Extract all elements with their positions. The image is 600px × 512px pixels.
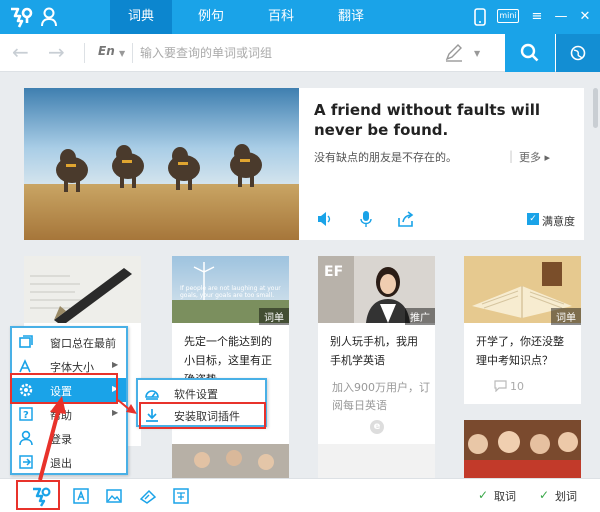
pen-document-image [24, 256, 141, 323]
menu-item-help[interactable]: ? 帮助 ▶ [12, 402, 126, 426]
handwriting-icon[interactable] [444, 43, 466, 63]
language-selector[interactable]: En [98, 44, 115, 58]
menu-item-always-on-top[interactable]: 窗口总在最前 [12, 330, 126, 354]
hua-ci-toggle[interactable]: 划词 [555, 488, 577, 504]
comment-count: 10 [510, 380, 524, 393]
phone-icon[interactable] [474, 8, 486, 26]
minimize-button[interactable]: — [550, 7, 572, 27]
help-icon: ? [19, 407, 33, 421]
people-image [464, 420, 581, 478]
share-icon[interactable] [397, 210, 415, 228]
forward-arrow-icon[interactable]: → [48, 42, 65, 62]
font-size-icon [19, 359, 31, 373]
satisfaction-label: 满意度 [542, 215, 575, 228]
satisfaction-checkbox[interactable]: ✓ [527, 213, 539, 225]
globe-icon [570, 45, 586, 61]
microphone-icon[interactable] [357, 210, 375, 228]
svg-text:?: ? [23, 410, 29, 421]
ef-logo-icon: e [370, 420, 384, 434]
crowd-image [172, 444, 289, 478]
menu-item-login[interactable]: 登录 [12, 426, 126, 450]
divider [132, 43, 133, 63]
mini-mode-button[interactable]: mini [497, 9, 519, 23]
chevron-down-icon[interactable]: ▼ [474, 49, 480, 58]
svg-text:If people are not laughing at: If people are not laughing at your [180, 285, 281, 292]
tab-dictionary[interactable]: 词典 [110, 0, 172, 34]
context-menu: 窗口总在最前 字体大小 ▶ 设置 ▶ ? 帮助 ▶ 登录 退出 [10, 326, 128, 475]
divider: | [509, 149, 514, 163]
user-icon[interactable] [40, 7, 58, 27]
tab-translate[interactable]: 翻译 [320, 0, 382, 34]
menu-item-label: 窗口总在最前 [50, 337, 116, 350]
svg-text:EF: EF [324, 264, 343, 280]
search-input[interactable] [140, 43, 430, 63]
check-icon[interactable]: ✓ [478, 488, 488, 502]
menu-item-label: 退出 [50, 457, 72, 470]
menu-item-label: 字体大小 [50, 361, 94, 374]
submenu-item-label: 安装取词插件 [174, 410, 240, 423]
search-button[interactable] [505, 34, 555, 72]
app-menu-icon[interactable] [30, 485, 52, 507]
menu-item-settings[interactable]: 设置 ▶ [12, 378, 126, 402]
download-icon [146, 409, 158, 422]
article-card[interactable] [318, 444, 435, 478]
card-title: 别人玩手机，我用手机学英语 [330, 335, 418, 367]
chevron-right-icon: ▶ [112, 384, 119, 393]
menu-item-label: 帮助 [50, 409, 72, 422]
chevron-right-icon: ▶ [112, 360, 119, 369]
submenu-item-software-settings[interactable]: 软件设置 [138, 382, 265, 404]
daily-sentence-card[interactable]: A friend without faults will never be fo… [24, 88, 584, 240]
tab-examples[interactable]: 例句 [180, 0, 242, 34]
ad-card[interactable]: EF 推广 别人玩手机，我用手机学英语 加入900万用户，订阅每日英语 e [318, 256, 435, 446]
search-bar: ← → En ▼ ▼ [0, 34, 600, 72]
image-translate-icon[interactable] [105, 487, 123, 505]
comment-icon [494, 380, 507, 392]
article-card[interactable] [464, 420, 581, 478]
search-icon [520, 43, 539, 62]
svg-text:goals, your goals are too smal: goals, your goals are too small. [180, 292, 274, 299]
window-icon [19, 335, 33, 348]
sentence-english: A friend without faults will never be fo… [314, 101, 541, 139]
tab-encyclopedia[interactable]: 百科 [250, 0, 312, 34]
submenu-item-label: 软件设置 [174, 388, 218, 401]
dogs-running-image [24, 88, 299, 240]
menu-item-label: 登录 [50, 433, 72, 446]
exit-icon [19, 455, 33, 469]
title-bar: 词典 例句 百科 翻译 mini ≡ — ✕ [0, 0, 600, 34]
close-button[interactable]: ✕ [574, 7, 596, 27]
online-button[interactable] [556, 34, 600, 72]
card-tag: 词单 [259, 308, 289, 325]
menu-item-label: 设置 [50, 385, 72, 398]
speaker-icon[interactable] [316, 210, 334, 228]
gear-icon [19, 383, 33, 397]
card-title: 开学了，你还没整理中考知识点？ [476, 335, 564, 367]
article-card[interactable] [172, 444, 289, 478]
qu-ci-toggle[interactable]: 取词 [494, 488, 516, 504]
sentence-chinese: 没有缺点的朋友是不存在的。 [314, 151, 457, 164]
card-tag: 推广 [405, 308, 435, 325]
settings-submenu: 软件设置 安装取词插件 [136, 378, 267, 427]
blank-image [318, 444, 435, 478]
more-link[interactable]: 更多 ▸ [519, 149, 550, 165]
menu-item-exit[interactable]: 退出 [12, 450, 126, 474]
app-logo-icon[interactable] [8, 5, 34, 29]
word-book-icon[interactable] [139, 487, 157, 505]
back-arrow-icon[interactable]: ← [12, 42, 29, 62]
chevron-down-icon[interactable]: ▼ [119, 49, 125, 58]
menu-icon[interactable]: ≡ [526, 7, 548, 27]
ocr-text-icon[interactable] [72, 487, 90, 505]
user-icon [19, 430, 33, 446]
card-subtitle: 加入900万用户，订阅每日英语 [332, 381, 430, 412]
submenu-item-install-plugin[interactable]: 安装取词插件 [138, 404, 265, 426]
divider [84, 43, 85, 63]
software-settings-icon [145, 390, 159, 400]
bottom-toolbar: ✓ 取词 ✓ 划词 [0, 478, 600, 512]
chevron-right-icon: ▶ [112, 408, 119, 417]
check-icon[interactable]: ✓ [539, 488, 549, 502]
translate-icon[interactable] [172, 487, 190, 505]
article-card[interactable]: 词单 开学了，你还没整理中考知识点？ 10 [464, 256, 581, 404]
scrollbar[interactable] [593, 88, 598, 128]
card-tag: 词单 [551, 308, 581, 325]
menu-item-font-size[interactable]: 字体大小 ▶ [12, 354, 126, 378]
